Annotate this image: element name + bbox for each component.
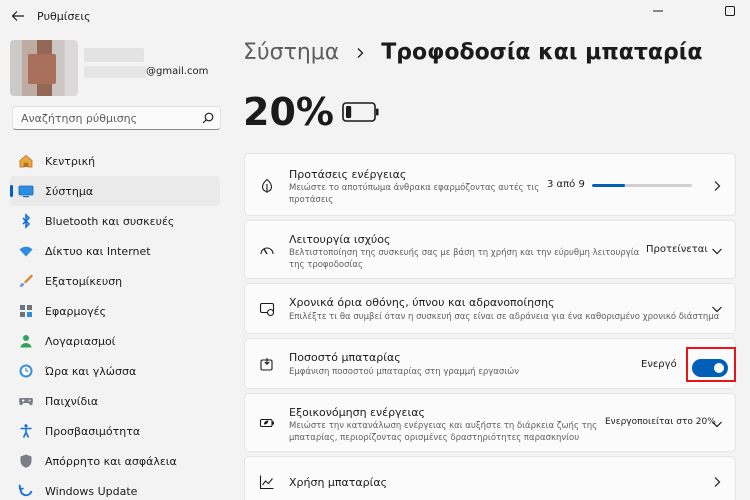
- energy-saver-value: Ενεργοποιείται στο 20%: [605, 417, 716, 427]
- chevron-right-icon: [357, 47, 364, 58]
- power-mode-icon: [260, 247, 274, 255]
- search-input[interactable]: [13, 107, 198, 129]
- sidebar-item-label: Σύστημα: [45, 184, 94, 198]
- page-title: Τροφοδοσία και μπαταρία: [381, 40, 703, 65]
- sidebar-item-accounts[interactable]: Λογαριασμοί: [10, 326, 220, 356]
- sidebar-item-label: Δίκτυο και Internet: [45, 244, 151, 258]
- sidebar-item-apps[interactable]: Εφαρμογές: [10, 296, 220, 326]
- avatar: [10, 40, 78, 96]
- accounts-icon: [18, 333, 34, 349]
- title-bar: Ρυθμίσεις: [0, 0, 750, 32]
- card-power-mode[interactable]: Λειτουργία ισχύος Βελτιστοποίηση της συσ…: [244, 220, 736, 279]
- card-description: Εμφάνιση ποσοστού μπαταρίας στη γραμμή ε…: [289, 367, 520, 377]
- search-icon[interactable]: [202, 112, 214, 124]
- sidebar-item-label: Απόρρητο και ασφάλεια: [45, 454, 177, 468]
- sidebar-item-accessibility[interactable]: Προσβασιμότητα: [10, 416, 220, 446]
- minimize-icon: [653, 10, 663, 12]
- battery-icon: [342, 102, 379, 122]
- sidebar-item-label: Προσβασιμότητα: [45, 424, 141, 438]
- user-profile[interactable]: @gmail.com: [10, 40, 210, 100]
- minimize-button[interactable]: [640, 0, 676, 22]
- apps-icon: [18, 303, 34, 319]
- shield-icon: [18, 453, 34, 469]
- sidebar-nav: Κεντρική Σύστημα Bluetooth και συσκευές …: [10, 146, 220, 500]
- card-description-line2: προτάσεις: [289, 195, 334, 205]
- sidebar-item-label: Εφαρμογές: [45, 304, 107, 318]
- card-battery-usage[interactable]: Χρήση μπαταρίας: [244, 456, 736, 500]
- sidebar-item-label: Κεντρική: [45, 154, 96, 168]
- card-title: Λειτουργία ισχύος: [289, 233, 391, 246]
- breadcrumb: Σύστημα Τροφοδοσία και μπαταρία: [243, 40, 702, 65]
- brush-icon: [18, 273, 34, 289]
- battery-saver-icon: [260, 358, 273, 371]
- chevron-right-icon: [714, 181, 721, 191]
- maximize-button[interactable]: [712, 0, 748, 22]
- energy-saver-icon: [259, 418, 274, 428]
- power-mode-value[interactable]: Προτείνεται: [646, 244, 708, 255]
- sidebar-item-label: Παιχνίδια: [45, 394, 99, 408]
- card-title: Εξοικονόμηση ενέργειας: [289, 406, 425, 419]
- accessibility-icon: [18, 423, 34, 439]
- back-arrow-icon[interactable]: [10, 8, 26, 24]
- toggle-state-label: Ενεργό: [641, 359, 677, 370]
- window-title: Ρυθμίσεις: [37, 10, 91, 23]
- sidebar-item-label: Εξατομίκευση: [45, 274, 123, 288]
- wifi-icon: [18, 243, 34, 259]
- chevron-down-icon[interactable]: [711, 418, 723, 430]
- sidebar-item-bluetooth[interactable]: Bluetooth και συσκευές: [10, 206, 220, 236]
- system-icon: [18, 183, 34, 199]
- battery-percentage: 20%: [243, 90, 334, 134]
- card-description-line1: Βελτιστοποίηση της συσκευής σας με βάση …: [289, 248, 640, 258]
- card-description-line1: Μειώστε την κατανάλωση ενέργειας και αυξ…: [289, 421, 598, 431]
- home-icon: [18, 153, 34, 169]
- user-name-blurred: [84, 48, 144, 62]
- sidebar-item-label: Windows Update: [45, 484, 138, 498]
- battery-level-fill: [346, 106, 352, 118]
- card-title: Προτάσεις ενέργειας: [289, 168, 407, 181]
- bluetooth-icon: [18, 213, 34, 229]
- chevron-down-icon[interactable]: [711, 303, 723, 315]
- sidebar-item-privacy[interactable]: Απόρρητο και ασφάλεια: [10, 446, 220, 476]
- sidebar-item-personalization[interactable]: Εξατομίκευση: [10, 266, 220, 296]
- breadcrumb-system-link[interactable]: Σύστημα: [243, 40, 339, 65]
- card-title: Χρονικά όρια οθόνης, ύπνου και αδρανοποί…: [289, 296, 555, 309]
- screen-timeout-icon: [259, 302, 275, 317]
- highlight-box: [686, 347, 736, 382]
- sidebar-item-label: Ώρα και γλώσσα: [45, 364, 137, 378]
- chevron-right-icon: [714, 477, 721, 487]
- sidebar-item-network[interactable]: Δίκτυο και Internet: [10, 236, 220, 266]
- user-email: @gmail.com: [146, 66, 209, 77]
- recommendations-progress-bar: [592, 184, 692, 187]
- email-blurred: [84, 66, 146, 78]
- sidebar-item-gaming[interactable]: Παιχνίδια: [10, 386, 220, 416]
- sidebar-item-windows-update[interactable]: Windows Update: [10, 476, 220, 500]
- card-description-line2: μπαταρίας, περιορίζοντας ορισμένες δραστ…: [289, 433, 580, 443]
- card-battery-percentage: Ποσοστό μπαταρίας Εμφάνιση ποσοστού μπατ…: [244, 338, 736, 389]
- progress-fill: [592, 184, 625, 187]
- time-language-icon: [18, 363, 34, 379]
- chevron-down-icon[interactable]: [711, 245, 723, 257]
- sidebar-item-label: Bluetooth και συσκευές: [45, 214, 175, 228]
- chart-icon: [259, 475, 274, 490]
- settings-search[interactable]: [12, 106, 221, 130]
- card-energy-recommendations[interactable]: Προτάσεις ενέργειας Μειώστε το αποτύπωμα…: [244, 153, 736, 216]
- recommendations-count: 3 από 9: [547, 179, 585, 190]
- leaf-icon: [261, 178, 273, 193]
- update-icon: [18, 483, 34, 499]
- maximize-icon: [725, 6, 735, 16]
- sidebar-item-home[interactable]: Κεντρική: [10, 146, 220, 176]
- sidebar-item-time-language[interactable]: Ώρα και γλώσσα: [10, 356, 220, 386]
- gamepad-icon: [18, 393, 34, 409]
- card-energy-saver[interactable]: Εξοικονόμηση ενέργειας Μειώστε την καταν…: [244, 393, 736, 452]
- card-title: Χρήση μπαταρίας: [289, 476, 388, 489]
- sidebar-item-label: Λογαριασμοί: [45, 334, 116, 348]
- sidebar-item-system[interactable]: Σύστημα: [10, 176, 220, 206]
- card-description-line2: της τροφοδοσίας: [289, 260, 363, 270]
- card-screen-sleep-timeouts[interactable]: Χρονικά όρια οθόνης, ύπνου και αδρανοποί…: [244, 283, 736, 334]
- card-description: Επιλέξτε τι θα συμβεί όταν η συσκευή σας…: [289, 312, 720, 322]
- card-description-line1: Μειώστε το αποτύπωμα άνθρακα εφαρμόζοντα…: [289, 183, 540, 193]
- card-title: Ποσοστό μπαταρίας: [289, 351, 401, 364]
